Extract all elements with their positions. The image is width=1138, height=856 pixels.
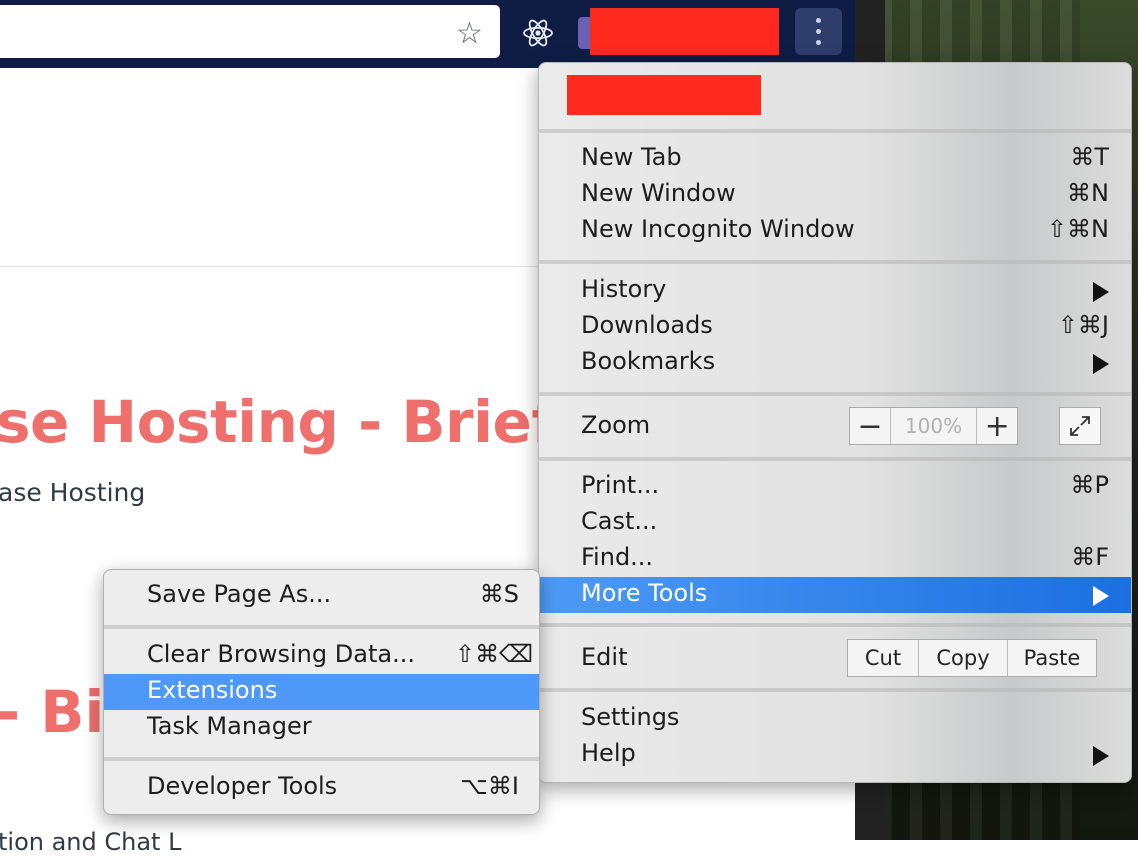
browser-toolbar: ☆	[0, 0, 855, 68]
menu-item-more-tools[interactable]: More Tools	[539, 577, 1131, 613]
zoom-out-button[interactable]: −	[850, 408, 890, 444]
menu-item-downloads[interactable]: Downloads ⇧⌘J	[539, 309, 1131, 345]
menu-separator	[104, 757, 539, 761]
menu-item-help[interactable]: Help	[539, 737, 1131, 773]
menu-item-settings[interactable]: Settings	[539, 701, 1131, 737]
article-subtitle-2: tion and Chat L	[0, 828, 182, 856]
paste-button[interactable]: Paste	[1008, 640, 1096, 676]
zoom-level: 100%	[889, 408, 978, 444]
submenu-item-task-manager[interactable]: Task Manager	[104, 710, 539, 746]
zoom-in-button[interactable]: +	[977, 408, 1017, 444]
more-tools-submenu: Save Page As... ⌘S Clear Browsing Data..…	[103, 569, 540, 815]
cut-button[interactable]: Cut	[848, 640, 919, 676]
submenu-arrow-icon	[1093, 282, 1109, 302]
chrome-main-menu: New Tab ⌘T New Window ⌘N New Incognito W…	[538, 62, 1132, 783]
submenu-item-save-page-as[interactable]: Save Page As... ⌘S	[104, 578, 539, 614]
menu-separator	[539, 129, 1131, 133]
menu-separator	[539, 623, 1131, 627]
menu-item-zoom: Zoom	[581, 411, 651, 439]
menu-item-history[interactable]: History	[539, 273, 1131, 309]
edit-button-group: Cut Copy Paste	[847, 639, 1097, 677]
menu-item-new-tab[interactable]: New Tab ⌘T	[539, 141, 1131, 177]
submenu-item-extensions[interactable]: Extensions	[104, 674, 539, 710]
submenu-arrow-icon	[1093, 586, 1109, 606]
submenu-item-developer-tools[interactable]: Developer Tools ⌥⌘I	[104, 770, 539, 806]
fullscreen-button[interactable]	[1059, 407, 1101, 445]
menu-item-new-window[interactable]: New Window ⌘N	[539, 177, 1131, 213]
menu-separator	[539, 457, 1131, 461]
redacted-account-label	[567, 75, 761, 115]
menu-item-cast[interactable]: Cast...	[539, 505, 1131, 541]
star-icon[interactable]: ☆	[456, 19, 483, 49]
menu-item-bookmarks[interactable]: Bookmarks	[539, 345, 1131, 381]
react-devtools-icon[interactable]	[521, 16, 555, 50]
submenu-arrow-icon	[1093, 354, 1109, 374]
fullscreen-icon	[1070, 416, 1090, 436]
article-subtitle: ase Hosting	[0, 478, 146, 507]
menu-separator	[539, 688, 1131, 692]
menu-separator	[539, 392, 1131, 396]
address-bar[interactable]: ☆	[0, 5, 500, 58]
menu-item-print[interactable]: Print... ⌘P	[539, 469, 1131, 505]
redacted-profile-button[interactable]	[590, 8, 779, 55]
menu-item-new-incognito-window[interactable]: New Incognito Window ⇧⌘N	[539, 213, 1131, 249]
menu-separator	[539, 260, 1131, 264]
submenu-item-clear-browsing-data[interactable]: Clear Browsing Data... ⇧⌘⌫	[104, 638, 539, 674]
vertical-ellipsis-icon[interactable]	[795, 8, 842, 55]
zoom-control: − 100% +	[849, 407, 1018, 445]
menu-separator	[104, 625, 539, 629]
menu-item-find[interactable]: Find... ⌘F	[539, 541, 1131, 577]
submenu-arrow-icon	[1093, 746, 1109, 766]
copy-button[interactable]: Copy	[919, 640, 1008, 676]
